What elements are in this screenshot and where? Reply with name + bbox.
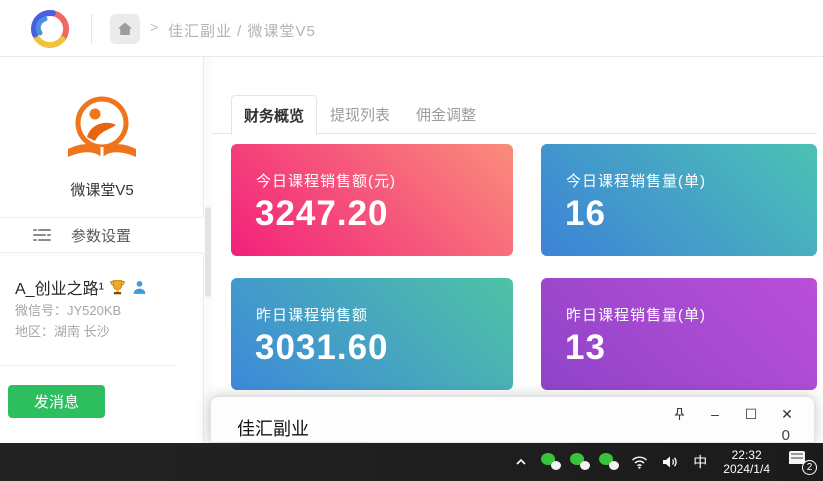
trophy-icon [109, 279, 126, 296]
sidebar: 微课堂V5 参数设置 A_创业之路¹ 微信号：JY520KB [0, 57, 204, 443]
person-icon [131, 279, 148, 296]
wechat-bubble-small [580, 461, 590, 470]
user-region: 地区：湖南 长沙 [15, 321, 110, 340]
stat-card-value: 3247.20 [255, 194, 389, 234]
scrollbar-thumb[interactable] [205, 207, 211, 297]
user-name: A_创业之路¹ [15, 275, 148, 299]
breadcrumb-chevron: > [150, 19, 158, 35]
stat-card-label: 昨日课程销售额 [256, 304, 368, 325]
tab-commission-adjust[interactable]: 佣金调整 [403, 95, 489, 134]
close-button[interactable]: ✕ [776, 404, 798, 424]
ime-indicator[interactable]: 中 [690, 452, 710, 472]
breadcrumb: 佳汇副业 / 微课堂V5 [168, 20, 316, 41]
settings-list-icon [33, 228, 51, 242]
speaker-icon [662, 455, 678, 469]
stat-card-value: 16 [565, 194, 606, 234]
stat-card-value: 13 [565, 328, 606, 368]
stat-card-value: 3031.60 [255, 328, 389, 368]
swirl-logo-icon [24, 6, 76, 52]
app-name: 微课堂V5 [0, 179, 204, 200]
windows-taskbar: 中 22:32 2024/1/4 2 [0, 443, 823, 481]
wechat-bubble-small [609, 461, 619, 470]
wechat-tray-icon-3[interactable] [599, 453, 619, 471]
tab-withdraw-list[interactable]: 提现列表 [317, 95, 403, 134]
tab-finance-overview[interactable]: 财务概览 [231, 95, 317, 135]
maximize-button[interactable]: ☐ [740, 404, 762, 424]
user-wechat-id: 微信号：JY520KB [15, 300, 121, 319]
overlay-corner-value: 0 [782, 427, 790, 444]
send-message-button[interactable]: 发消息 [8, 385, 105, 418]
stat-card-3: 昨日课程销售量(单) 13 [541, 278, 817, 390]
stat-card-2: 昨日课程销售额 3031.60 [231, 278, 513, 390]
wifi-icon [631, 455, 648, 469]
top-header: > 佳汇副业 / 微课堂V5 [0, 0, 823, 57]
notification-badge: 2 [802, 460, 817, 475]
header-divider [91, 14, 92, 44]
pin-icon [673, 407, 686, 421]
taskbar-date: 2024/1/4 [723, 462, 770, 476]
wechat-tray-icon-1[interactable] [541, 453, 561, 471]
page-scrollbar[interactable] [204, 57, 212, 443]
system-tray: 中 22:32 2024/1/4 2 [510, 443, 817, 481]
pin-button[interactable] [668, 404, 690, 424]
screen: > 佳汇副业 / 微课堂V5 微课堂V5 参数设置 A_创业之路¹ [0, 0, 823, 481]
taskbar-time: 22:32 [723, 448, 770, 462]
network-button[interactable] [628, 447, 650, 477]
notification-center-button[interactable]: 2 [787, 447, 817, 477]
stat-card-label: 今日课程销售额(元) [256, 170, 396, 191]
home-button[interactable] [110, 14, 140, 44]
tray-expand-button[interactable] [510, 447, 532, 477]
minimize-button[interactable]: – [704, 404, 726, 424]
wechat-bubble-small [551, 461, 561, 470]
sidebar-item-label: 参数设置 [71, 225, 131, 246]
course-app-logo [62, 93, 142, 167]
home-icon [117, 21, 133, 37]
volume-button[interactable] [659, 447, 681, 477]
taskbar-clock[interactable]: 22:32 2024/1/4 [723, 448, 770, 476]
stat-card-label: 昨日课程销售量(单) [566, 304, 706, 325]
window-controls: – ☐ ✕ [668, 404, 798, 424]
overlay-window-title: 佳汇副业 [237, 415, 309, 441]
sidebar-item-settings[interactable]: 参数设置 [0, 217, 204, 253]
stat-card-label: 今日课程销售量(单) [566, 170, 706, 191]
finance-tabbar: 财务概览 提现列表 佣金调整 [212, 95, 817, 134]
overlay-window: 佳汇副业 – ☐ ✕ 0 [210, 396, 815, 443]
sidebar-divider [0, 365, 176, 366]
stat-card-1: 今日课程销售量(单) 16 [541, 144, 817, 256]
stat-card-0: 今日课程销售额(元) 3247.20 [231, 144, 513, 256]
wechat-tray-icon-2[interactable] [570, 453, 590, 471]
chevron-up-icon [515, 457, 527, 467]
